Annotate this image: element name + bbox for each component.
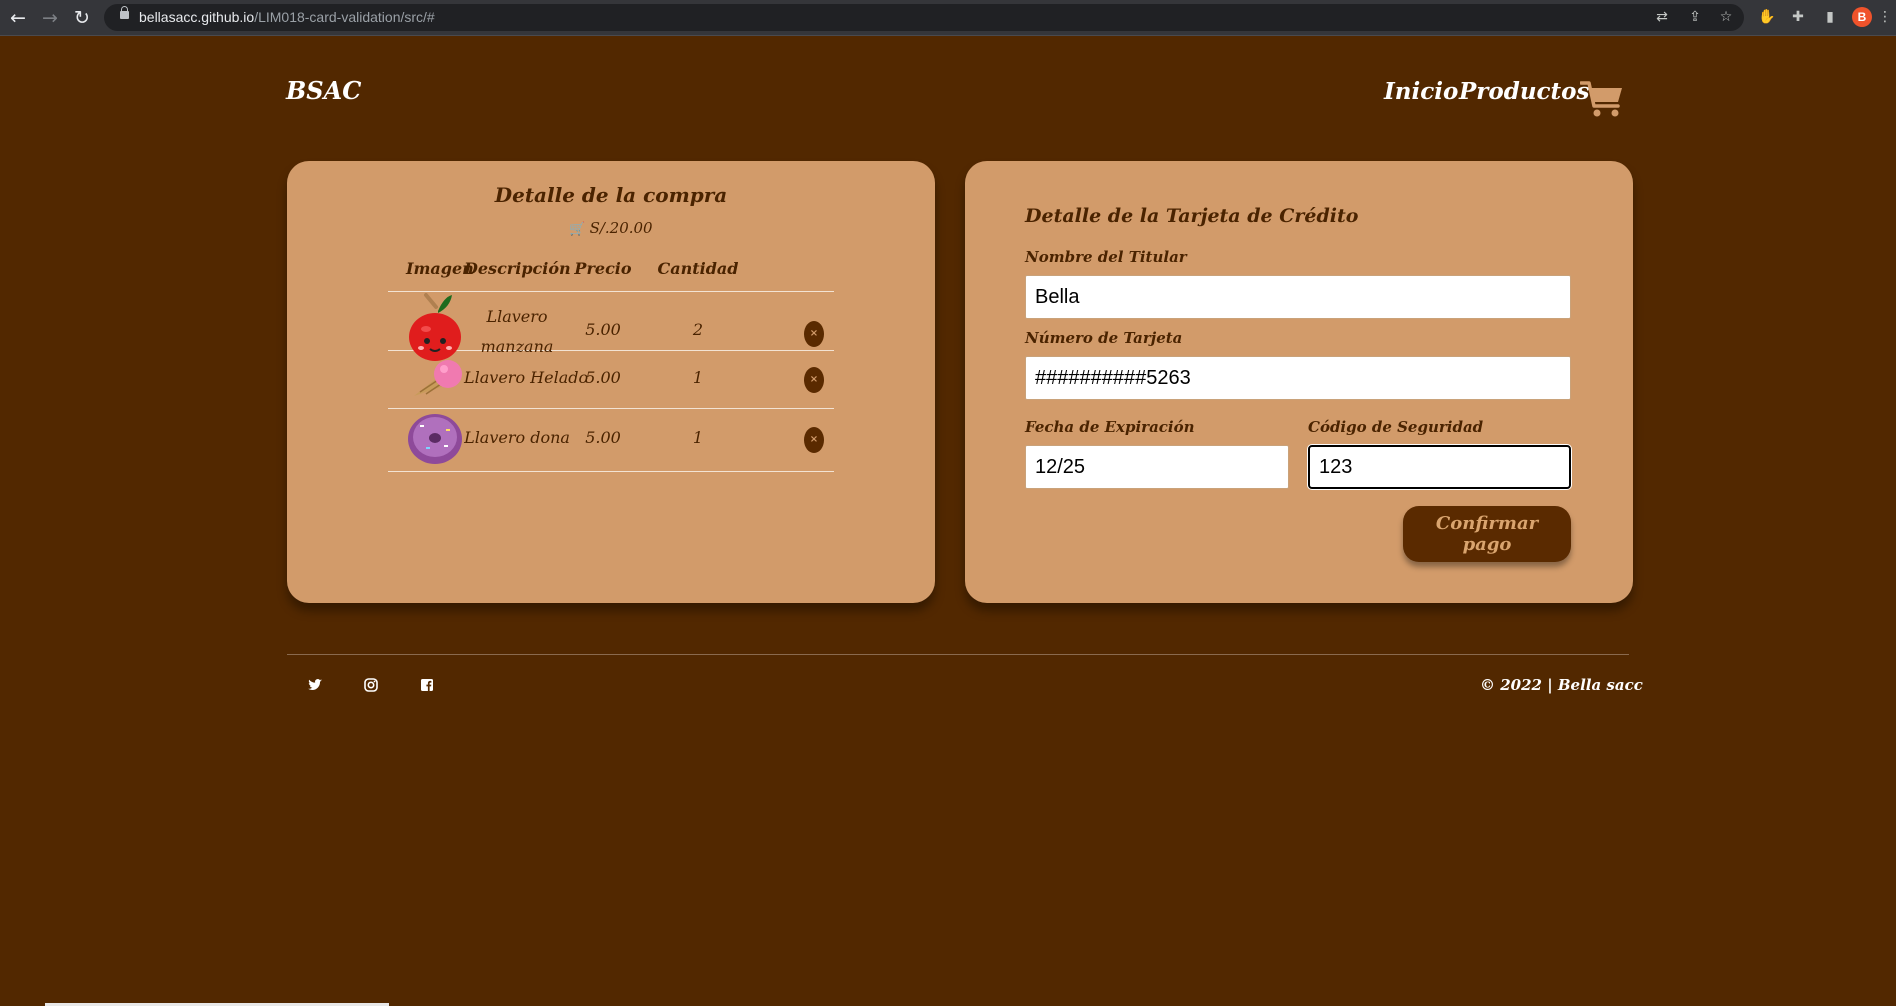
- bookmark-star-icon[interactable]: ☆: [1717, 8, 1735, 26]
- reload-icon[interactable]: ↻: [69, 5, 95, 31]
- copyright-text: © 2022 | Bella sacc: [1480, 676, 1643, 694]
- holder-label: Nombre del Titular: [1025, 248, 1187, 266]
- instagram-icon[interactable]: [363, 677, 379, 693]
- table-row: Llavero dona 5.00 1 ×: [388, 408, 834, 472]
- confirm-payment-button[interactable]: Confirmar pago: [1403, 506, 1571, 562]
- cvv-label: Código de Seguridad: [1308, 418, 1484, 436]
- cart-icon[interactable]: [1580, 80, 1624, 118]
- column-price: Precio: [574, 259, 632, 278]
- extension-hand-icon[interactable]: ✋: [1758, 8, 1776, 26]
- item-price: 5.00: [585, 368, 621, 387]
- column-quantity: Cantidad: [657, 259, 739, 278]
- order-summary-card: Detalle de la compra 🛒 S/.20.00 Imagen De…: [287, 161, 935, 603]
- item-description: Llavero Helado: [464, 368, 589, 387]
- translate-icon[interactable]: ⇄: [1653, 8, 1671, 26]
- item-quantity: 2: [692, 320, 704, 339]
- item-price: 5.00: [585, 320, 621, 339]
- small-cart-icon: 🛒: [569, 222, 586, 237]
- remove-item-button[interactable]: ×: [804, 321, 824, 347]
- holder-name-input[interactable]: [1025, 275, 1571, 319]
- menu-kebab-icon[interactable]: ⋮: [1876, 8, 1894, 26]
- expiry-label: Fecha de Expiración: [1025, 418, 1195, 436]
- browser-toolbar: ← → ↻ bellasacc.github.io/LIM018-card-va…: [0, 0, 1896, 36]
- profile-avatar[interactable]: B: [1852, 7, 1872, 27]
- item-quantity: 1: [692, 368, 704, 387]
- table-row: Llavero manzana 5.00 2 ×: [388, 291, 834, 361]
- site-logo[interactable]: BSAC: [286, 76, 361, 105]
- share-icon[interactable]: ⇪: [1686, 8, 1704, 26]
- back-icon[interactable]: ←: [5, 5, 31, 31]
- url-text: bellasacc.github.io/LIM018-card-validati…: [139, 9, 435, 25]
- item-quantity: 1: [692, 428, 704, 447]
- nav-link-home[interactable]: Inicio: [1384, 78, 1458, 105]
- form-title: Detalle de la Tarjeta de Crédito: [1025, 205, 1359, 227]
- column-image: Imagen: [406, 259, 474, 278]
- donut-keychain-image: [408, 414, 462, 464]
- order-title: Detalle de la compra: [494, 183, 728, 207]
- address-bar[interactable]: bellasacc.github.io/LIM018-card-validati…: [104, 4, 1744, 31]
- remove-item-button[interactable]: ×: [804, 367, 824, 393]
- twitter-icon[interactable]: [307, 677, 323, 693]
- table-row: Llavero Helado 5.00 1 ×: [388, 350, 834, 409]
- card-number-input[interactable]: [1025, 356, 1571, 400]
- item-price: 5.00: [585, 428, 621, 447]
- ice-cream-keychain-image: [414, 360, 462, 396]
- table-header: Imagen Descripción Precio Cantidad: [388, 259, 834, 292]
- order-total: 🛒 S/.20.00: [569, 219, 653, 237]
- lock-icon: [120, 6, 129, 19]
- card-number-label: Número de Tarjeta: [1025, 329, 1183, 347]
- credit-card-form-card: Detalle de la Tarjeta de Crédito Nombre …: [965, 161, 1633, 603]
- extensions-puzzle-icon[interactable]: ✚: [1789, 8, 1807, 26]
- forward-icon[interactable]: →: [37, 5, 63, 31]
- nav-link-products[interactable]: Productos: [1459, 78, 1589, 105]
- expiry-input[interactable]: [1025, 445, 1289, 489]
- remove-item-button[interactable]: ×: [804, 427, 824, 453]
- column-description: Descripción: [464, 259, 571, 278]
- facebook-icon[interactable]: [419, 677, 435, 693]
- footer-divider: [287, 654, 1629, 655]
- cvv-input[interactable]: [1308, 445, 1571, 489]
- side-panel-icon[interactable]: ▮: [1821, 8, 1839, 26]
- item-description: Llavero dona: [464, 428, 570, 447]
